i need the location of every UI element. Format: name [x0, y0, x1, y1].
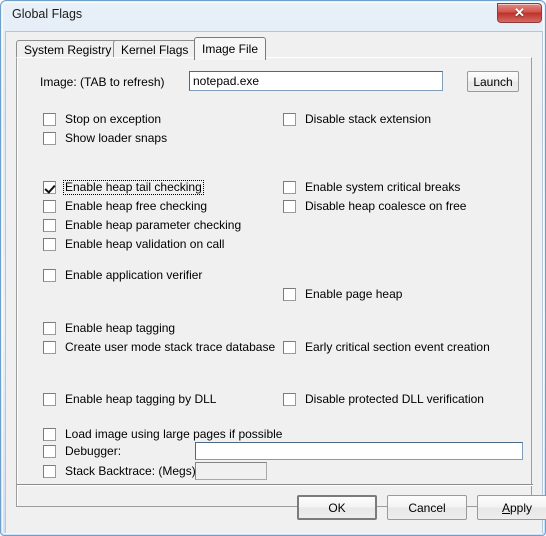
- window-title: Global Flags: [12, 7, 83, 21]
- checkbox-label: Early critical section event creation: [305, 340, 490, 354]
- close-icon: ✕: [514, 5, 525, 20]
- checkbox-label: Enable page heap: [305, 287, 403, 301]
- checkbox-label: Disable heap coalesce on free: [305, 199, 467, 213]
- checkbox-label: Enable system critical breaks: [305, 180, 461, 194]
- checkbox-box[interactable]: [43, 445, 56, 458]
- checkbox-box[interactable]: [43, 393, 56, 406]
- close-button[interactable]: ✕: [497, 3, 542, 23]
- launch-button[interactable]: Launch: [467, 71, 519, 92]
- global-flags-window: Global Flags ✕ System Registry Kernel Fl…: [0, 0, 546, 536]
- checkbox-box[interactable]: [43, 181, 56, 194]
- checkbox-stack-backtrace[interactable]: Stack Backtrace: (Megs): [43, 464, 198, 479]
- checkbox-label: Enable application verifier: [65, 268, 203, 282]
- checkbox-label: Enable heap parameter checking: [65, 218, 242, 232]
- checkbox-label: Enable heap tail checking: [63, 180, 204, 195]
- checkbox-label: Create user mode stack trace database: [65, 340, 276, 354]
- image-input[interactable]: notepad.exe: [189, 71, 443, 91]
- checkbox-enable-heap-tail-checking[interactable]: Enable heap tail checking: [43, 180, 204, 195]
- title-bar: Global Flags ✕: [1, 1, 546, 31]
- apply-label-rest: pply: [510, 500, 533, 515]
- cancel-button[interactable]: Cancel: [387, 495, 467, 520]
- checkbox-box[interactable]: [283, 200, 296, 213]
- checkbox-label: Load image using large pages if possible: [65, 427, 283, 441]
- button-bar-separator: [17, 484, 533, 486]
- checkbox-debugger[interactable]: Debugger:: [43, 444, 123, 459]
- checkbox-load-image-using-large-pages[interactable]: Load image using large pages if possible: [43, 427, 284, 442]
- checkbox-create-user-mode-stack-trace-database[interactable]: Create user mode stack trace database: [43, 340, 277, 355]
- checkbox-disable-heap-coalesce-on-free[interactable]: Disable heap coalesce on free: [283, 199, 468, 214]
- checkbox-box[interactable]: [43, 238, 56, 251]
- checkbox-box[interactable]: [43, 219, 56, 232]
- checkbox-early-critical-section-event-creation[interactable]: Early critical section event creation: [283, 340, 492, 355]
- checkbox-box[interactable]: [43, 428, 56, 441]
- checkbox-box[interactable]: [43, 322, 56, 335]
- checkbox-enable-heap-tagging-by-dll[interactable]: Enable heap tagging by DLL: [43, 392, 218, 407]
- checkbox-enable-heap-parameter-checking[interactable]: Enable heap parameter checking: [43, 218, 243, 233]
- checkbox-enable-page-heap[interactable]: Enable page heap: [283, 287, 404, 302]
- checkbox-box[interactable]: [43, 132, 56, 145]
- checkbox-label: Enable heap validation on call: [65, 237, 225, 251]
- ok-button[interactable]: OK: [297, 495, 377, 520]
- checkbox-enable-heap-tagging[interactable]: Enable heap tagging: [43, 321, 177, 336]
- checkbox-label: Enable heap tagging: [65, 321, 176, 335]
- apply-button[interactable]: Apply: [477, 495, 546, 520]
- checkbox-box[interactable]: [43, 200, 56, 213]
- tab-image-file[interactable]: Image File: [194, 37, 267, 60]
- checkbox-label: Enable heap tagging by DLL: [65, 392, 217, 406]
- checkbox-enable-application-verifier[interactable]: Enable application verifier: [43, 268, 204, 283]
- checkbox-label: Stack Backtrace: (Megs): [65, 464, 196, 478]
- checkbox-box[interactable]: [43, 341, 56, 354]
- stack-backtrace-input[interactable]: [195, 462, 267, 480]
- checkbox-show-loader-snaps[interactable]: Show loader snaps: [43, 131, 169, 146]
- image-file-tab-panel: Image: (TAB to refresh) notepad.exe Laun…: [16, 57, 532, 507]
- checkbox-enable-heap-validation-on-call[interactable]: Enable heap validation on call: [43, 237, 226, 252]
- checkbox-box[interactable]: [283, 113, 296, 126]
- checkbox-enable-system-critical-breaks[interactable]: Enable system critical breaks: [283, 180, 462, 195]
- checkbox-box[interactable]: [43, 465, 56, 478]
- checkbox-label: Stop on exception: [65, 112, 162, 126]
- image-label: Image: (TAB to refresh): [40, 75, 165, 89]
- checkbox-box[interactable]: [283, 393, 296, 406]
- checkbox-label: Enable heap free checking: [65, 199, 208, 213]
- checkbox-box[interactable]: [43, 113, 56, 126]
- checkbox-stop-on-exception[interactable]: Stop on exception: [43, 112, 163, 127]
- checkbox-disable-protected-dll-verification[interactable]: Disable protected DLL verification: [283, 392, 486, 407]
- checkbox-label: Disable stack extension: [305, 112, 432, 126]
- checkbox-disable-stack-extension[interactable]: Disable stack extension: [283, 112, 433, 127]
- checkbox-label: Disable protected DLL verification: [305, 392, 484, 406]
- checkbox-box[interactable]: [283, 288, 296, 301]
- apply-accelerator: A: [501, 500, 510, 515]
- debugger-input[interactable]: [195, 442, 523, 460]
- checkbox-box[interactable]: [283, 341, 296, 354]
- checkbox-box[interactable]: [43, 269, 56, 282]
- checkbox-enable-heap-free-checking[interactable]: Enable heap free checking: [43, 199, 209, 214]
- dialog-client-area: System Registry Kernel Flags Image File …: [5, 31, 546, 533]
- checkbox-label: Show loader snaps: [65, 131, 168, 145]
- checkbox-box[interactable]: [283, 181, 296, 194]
- checkbox-label: Debugger:: [65, 444, 122, 458]
